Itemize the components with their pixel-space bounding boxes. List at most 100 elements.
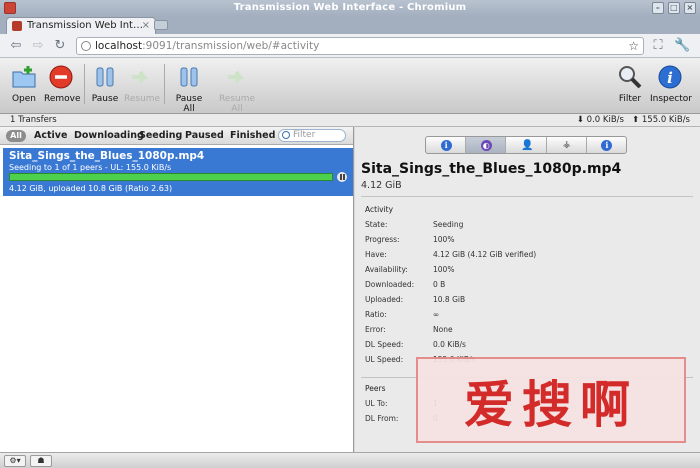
activity-value: Seeding — [433, 220, 464, 229]
tab-peers[interactable]: 👤 — [506, 137, 547, 153]
peers-label: UL To: — [365, 399, 388, 408]
forward-arrow-icon[interactable]: ⇨ — [30, 38, 46, 54]
open-label: Open — [11, 94, 37, 104]
url-path: :9091/transmission/web/#activity — [142, 40, 320, 52]
torrent-progress-bar — [9, 173, 333, 181]
resume-label: Resume — [124, 94, 161, 104]
tab-strip: Transmission Web Int… × — [0, 16, 700, 34]
activity-value: 100% — [433, 235, 455, 244]
info-icon: i — [658, 65, 682, 89]
close-window-button[interactable]: × — [684, 2, 696, 14]
pause-button[interactable]: Pause — [90, 64, 120, 108]
wrench-menu-icon[interactable]: 🔧 — [674, 38, 690, 54]
peers-tab-icon: 👤 — [521, 140, 534, 151]
watermark-text: 爱搜啊 — [464, 376, 638, 434]
tab-info[interactable]: i — [426, 137, 467, 153]
activity-label: Ratio: — [365, 310, 387, 319]
filter-bar: All Active Downloading Seeding Paused Fi… — [0, 127, 353, 145]
pause-all-icon — [180, 67, 198, 87]
bottom-bar: ⚙▾ ☗ — [0, 452, 700, 468]
reload-icon[interactable]: ↻ — [52, 38, 68, 54]
turtle-mode-icon[interactable]: ☗ — [30, 455, 52, 467]
filter-seeding[interactable]: Seeding — [139, 130, 182, 141]
activity-label: UL Speed: — [365, 355, 404, 364]
remove-button[interactable]: Remove — [44, 64, 81, 108]
torrent-list-pane: All Active Downloading Seeding Paused Fi… — [0, 127, 354, 452]
trackers-tab-icon: ⚶ — [562, 140, 571, 150]
navigation-bar: ⇦ ⇨ ↻ localhost:9091/transmission/web/#a… — [0, 34, 700, 58]
close-tab-icon[interactable]: × — [142, 18, 150, 34]
inspector-title: Sita_Sings_the_Blues_1080p.mp4 — [361, 161, 622, 177]
app-menu-icon[interactable] — [4, 2, 16, 14]
activity-value: 10.8 GiB — [433, 295, 466, 304]
torrent-row[interactable]: Sita_Sings_the_Blues_1080p.mp4 Seeding t… — [3, 148, 353, 196]
activity-value: 100% — [433, 265, 455, 274]
tab-title: Transmission Web Int… — [27, 20, 143, 31]
filter-active[interactable]: Active — [34, 130, 67, 141]
filter-paused[interactable]: Paused — [185, 130, 224, 141]
torrent-pause-icon[interactable] — [337, 172, 347, 182]
maximize-button[interactable]: □ — [668, 2, 680, 14]
download-speed: 0.0 KiB/s — [586, 115, 624, 125]
page-menu-icon[interactable]: ⛶ — [650, 38, 666, 54]
pause-label: Pause — [91, 94, 119, 104]
page-info-icon[interactable] — [81, 41, 91, 51]
resume-button[interactable]: Resume — [124, 64, 161, 108]
transmission-favicon-icon — [12, 21, 22, 31]
minimize-button[interactable]: – — [652, 2, 664, 14]
activity-value: None — [433, 325, 453, 334]
activity-label: Have: — [365, 250, 387, 259]
filter-button[interactable]: Filter — [616, 64, 644, 108]
torrent-name: Sita_Sings_the_Blues_1080p.mp4 — [9, 150, 205, 162]
resume-all-label: Resume All — [218, 94, 256, 114]
inspector-size: 4.12 GiB — [361, 180, 402, 191]
browser-tab[interactable]: Transmission Web Int… × — [6, 17, 156, 34]
watermark-stamp: 爱搜啊 — [416, 357, 686, 443]
activity-label: Error: — [365, 325, 386, 334]
filter-label: Filter — [618, 94, 642, 104]
resume-all-button[interactable]: Resume All — [214, 64, 260, 114]
info-tab-icon: i — [440, 140, 452, 151]
tab-files[interactable]: i — [587, 137, 626, 153]
filter-downloading[interactable]: Downloading — [74, 130, 144, 141]
download-arrow-icon: ⬇ — [576, 115, 584, 125]
pause-icon — [96, 67, 114, 87]
activity-value: 0.0 KiB/s — [433, 340, 466, 349]
peers-label: DL From: — [365, 414, 399, 423]
activity-value: 0 B — [433, 280, 446, 289]
activity-label: State: — [365, 220, 388, 229]
bookmark-star-icon[interactable]: ☆ — [628, 38, 639, 54]
search-icon — [282, 131, 290, 139]
open-folder-icon — [12, 66, 36, 88]
activity-tab-icon: ◐ — [480, 140, 492, 151]
filter-all[interactable]: All — [6, 130, 26, 142]
inspector-label: Inspector — [650, 94, 692, 104]
window-titlebar: Transmission Web Interface - Chromium – … — [0, 0, 700, 16]
window-title: Transmission Web Interface - Chromium — [233, 2, 467, 13]
tab-trackers[interactable]: ⚶ — [547, 137, 587, 153]
tab-activity[interactable]: ◐ — [466, 137, 507, 153]
inspector-button[interactable]: i Inspector — [650, 64, 692, 108]
svg-text:i: i — [667, 69, 673, 87]
settings-gear-icon[interactable]: ⚙▾ — [4, 455, 26, 467]
files-tab-icon: i — [601, 140, 613, 151]
toolbar-separator — [164, 64, 165, 104]
torrent-peer-status: Seeding to 1 of 1 peers - UL: 155.0 KiB/… — [9, 163, 172, 172]
address-bar[interactable]: localhost:9091/transmission/web/#activit… — [76, 37, 644, 55]
upload-arrow-icon: ⬆ — [632, 115, 640, 125]
back-arrow-icon[interactable]: ⇦ — [8, 38, 24, 54]
filter-finished[interactable]: Finished — [230, 130, 275, 141]
magnifier-icon — [619, 66, 642, 89]
activity-value: 4.12 GiB (4.12 GiB verified) — [433, 250, 537, 259]
pause-all-button[interactable]: Pause All — [170, 64, 208, 114]
activity-label: Downloaded: — [365, 280, 415, 289]
inspector-tabs: i ◐ 👤 ⚶ i — [425, 136, 627, 154]
open-button[interactable]: Open — [10, 64, 38, 108]
activity-value: ∞ — [433, 310, 440, 319]
search-placeholder: Filter — [293, 130, 316, 140]
torrent-stats: 4.12 GiB, uploaded 10.8 GiB (Ratio 2.63) — [9, 184, 173, 193]
filter-search-input[interactable]: Filter — [278, 129, 346, 142]
peers-heading: Peers — [365, 384, 386, 393]
new-tab-button[interactable] — [154, 20, 168, 30]
url-host: localhost — [95, 40, 143, 52]
